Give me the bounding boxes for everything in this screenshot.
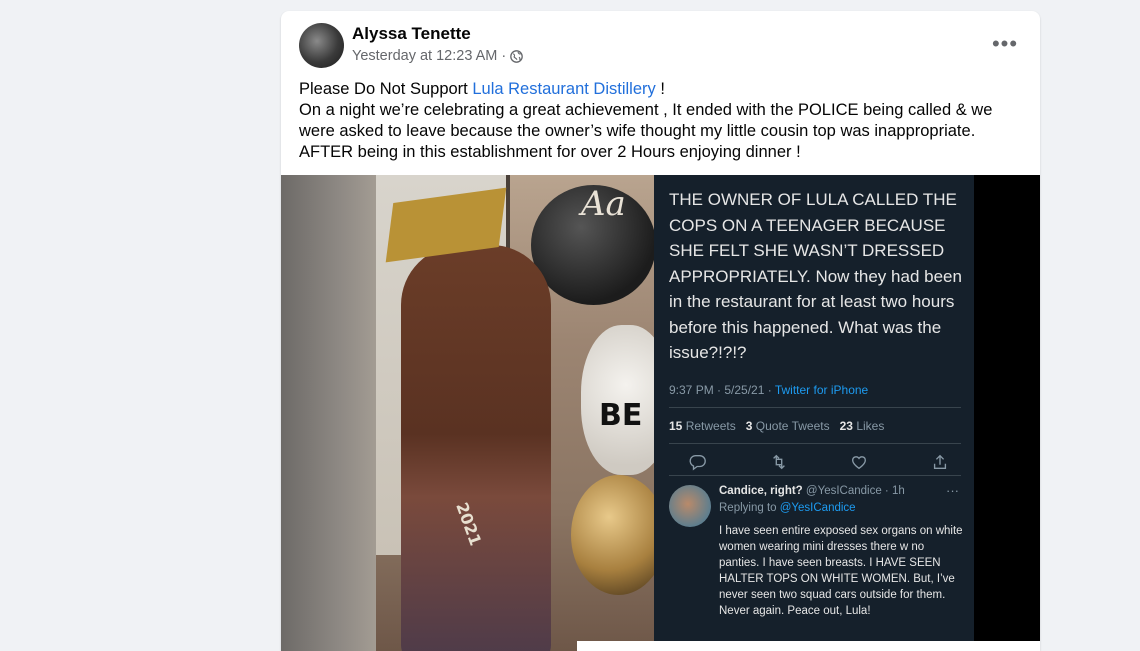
likes-label: Likes <box>856 419 885 433</box>
tweet-time: 9:37 PM · 5/25/21 · <box>669 383 775 397</box>
photo-decor: Aa BE 2021 <box>452 184 642 548</box>
post-body: Please Do Not Support Lula Restaurant Di… <box>299 79 1029 163</box>
facebook-post-card: Alyssa Tenette Yesterday at 12:23 AM · •… <box>281 11 1040 651</box>
quotes-count: 3 <box>745 419 753 433</box>
reply-more-icon: ··· <box>946 483 959 498</box>
divider <box>669 443 961 444</box>
balloon-text: BE <box>599 398 642 433</box>
share-icon <box>933 454 947 469</box>
retweets-count: 15 <box>669 419 683 433</box>
stole-text: 2021 <box>452 500 485 548</box>
meta-separator: · <box>501 48 507 64</box>
post-text-body: On a night we’re celebrating a great ach… <box>299 101 993 161</box>
tweet-meta: 9:37 PM · 5/25/21 · Twitter for iPhone <box>669 383 868 397</box>
reply-header: Candice, right? @YesICandice · 1h <box>719 485 905 497</box>
reply-handle: @YesICandice · 1h <box>805 485 905 497</box>
tweet-screenshot: THE OWNER OF LULA CALLED THE COPS ON A T… <box>654 175 974 651</box>
overlay-card-edge <box>577 641 1040 651</box>
post-text-prefix: Please Do Not Support <box>299 80 473 98</box>
like-icon <box>852 456 867 470</box>
tweet-actions <box>689 453 949 471</box>
post-image[interactable]: Aa BE 2021 THE OWNER OF LULA CALLED THE … <box>281 175 1040 651</box>
tweet-source: Twitter for iPhone <box>774 383 869 397</box>
tweet-text: THE OWNER OF LULA CALLED THE COPS ON A T… <box>669 190 962 362</box>
tweet-stats: 15 Retweets 3 Quote Tweets 23 Likes <box>669 419 884 433</box>
restaurant-link[interactable]: Lula Restaurant Distillery <box>472 80 655 98</box>
retweets-label: Retweets <box>685 419 736 433</box>
divider <box>669 475 961 476</box>
reply-icon <box>689 455 706 471</box>
post-text-suffix: ! <box>655 80 665 98</box>
more-horizontal-icon: ••• <box>991 31 1019 56</box>
banner-text: Aa <box>578 184 626 224</box>
likes-count: 23 <box>839 419 853 433</box>
image-background <box>974 175 1040 651</box>
retweet-icon <box>772 454 785 470</box>
post-timestamp[interactable]: Yesterday at 12:23 AM <box>352 48 497 64</box>
replying-prefix: Replying to <box>719 502 780 514</box>
post-meta: Yesterday at 12:23 AM · <box>352 48 524 64</box>
post-line-1: Please Do Not Support Lula Restaurant Di… <box>299 79 1029 100</box>
divider <box>669 407 961 408</box>
quotes-label: Quote Tweets <box>755 419 830 433</box>
author-name[interactable]: Alyssa Tenette <box>352 24 471 44</box>
reply-name: Candice, right? <box>719 485 803 497</box>
replying-handle: @YesICandice <box>779 502 856 514</box>
graduation-photo: Aa BE 2021 <box>281 175 654 651</box>
globe-icon <box>510 49 524 63</box>
reply-text: I have seen entire exposed sex organs on… <box>719 525 963 617</box>
reply-avatar <box>669 485 711 527</box>
more-options-button[interactable]: ••• <box>992 31 1018 57</box>
replying-to: Replying to @YesICandice <box>719 502 856 514</box>
author-avatar[interactable] <box>299 23 344 68</box>
